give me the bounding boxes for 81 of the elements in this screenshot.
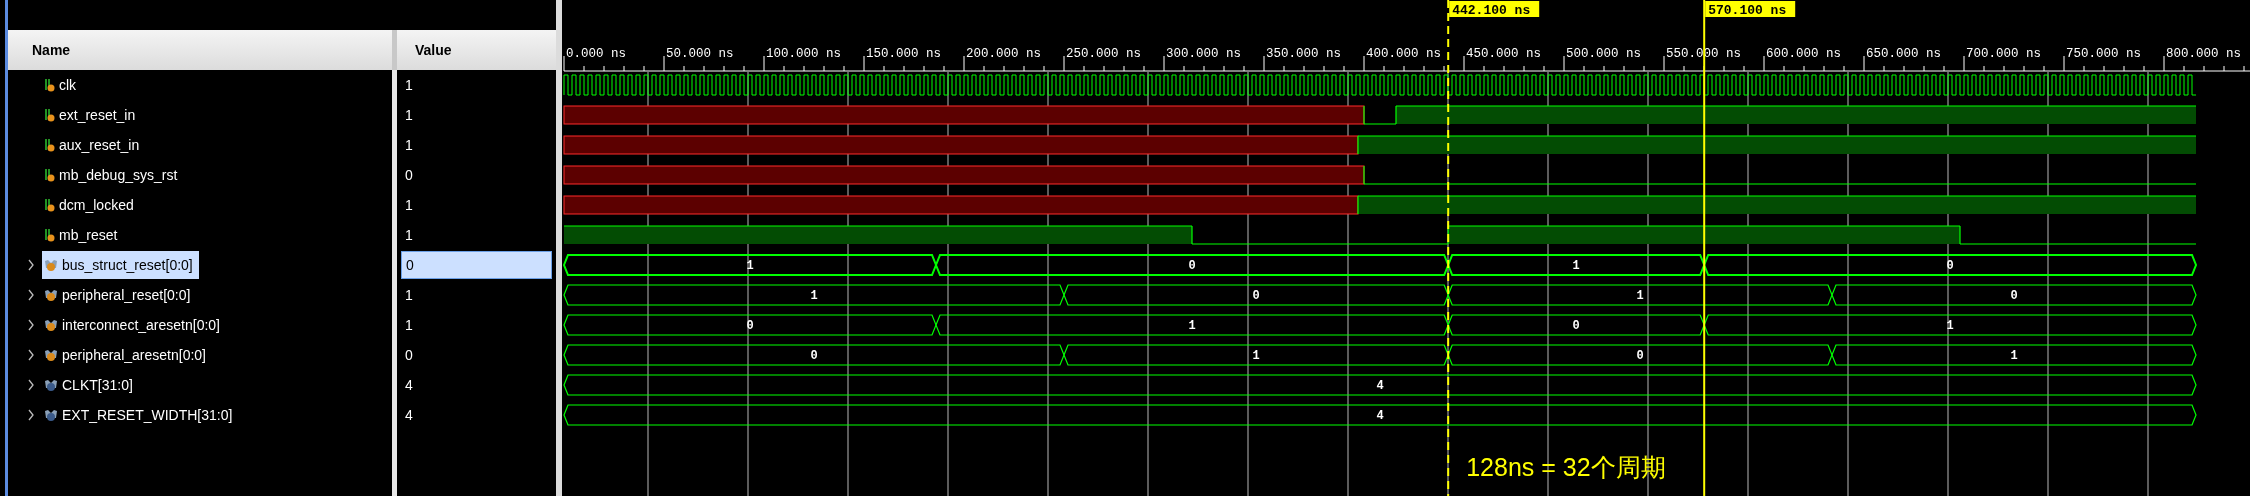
signal-name[interactable]: aux_reset_in <box>59 134 140 156</box>
bus-icon <box>44 318 58 332</box>
expand-chevron-icon[interactable] <box>27 379 35 391</box>
annotation-text: 128ns = 32个周期 <box>1466 453 1666 481</box>
time-ruler-label: 100.000 ns <box>766 47 841 61</box>
cursor-time-label: 442.100 ns <box>1449 1 1540 18</box>
bus-icon <box>44 288 58 302</box>
bus-value-segment: 0 <box>1447 314 1705 336</box>
expand-chevron-icon[interactable] <box>27 289 35 301</box>
bus-icon <box>44 258 58 272</box>
signal-icon <box>44 228 55 242</box>
signal-value: 1 <box>404 105 413 125</box>
time-ruler-label: 0.000 ns <box>566 47 626 61</box>
time-ruler-label: 600.000 ns <box>1766 47 1841 61</box>
bus-value-segment: 1 <box>1447 254 1706 276</box>
time-ruler-label: 650.000 ns <box>1866 47 1941 61</box>
time-ruler-label: 350.000 ns <box>1266 47 1341 61</box>
signal-name[interactable]: mb_debug_sys_rst <box>59 164 178 186</box>
bus-value-segment: 1 <box>562 254 938 276</box>
signal-value: 1 <box>404 225 413 245</box>
expand-chevron-icon[interactable] <box>27 319 35 331</box>
time-ruler-label: 450.000 ns <box>1466 47 1541 61</box>
time-ruler-label: 200.000 ns <box>966 47 1041 61</box>
time-ruler-label: 750.000 ns <box>2066 47 2141 61</box>
time-ruler-label: 400.000 ns <box>1366 47 1441 61</box>
value-column-header[interactable]: Value <box>415 39 452 61</box>
signal-name[interactable]: EXT_RESET_WIDTH[31:0] <box>62 404 233 426</box>
bus-value-segment: 0 <box>1447 344 1833 366</box>
expand-chevron-icon[interactable] <box>27 349 35 361</box>
marker-line[interactable] <box>1447 0 1450 496</box>
time-ruler-label: 800.000 ns <box>2166 47 2241 61</box>
signal-name[interactable]: ext_reset_in <box>59 104 136 126</box>
signal-icon <box>44 78 55 92</box>
signal-name[interactable]: mb_reset <box>59 224 118 246</box>
signal-value: 0 <box>404 345 413 365</box>
name-column-header[interactable]: Name <box>32 39 71 61</box>
signal-icon <box>44 108 55 122</box>
bus-value-segment: 1 <box>1703 314 2197 336</box>
signal-name[interactable]: peripheral_aresetn[0:0] <box>62 344 206 366</box>
expand-chevron-icon[interactable] <box>27 409 35 421</box>
signal-value: 1 <box>404 195 413 215</box>
signal-name[interactable]: clk <box>59 74 77 96</box>
signal-value: 1 <box>404 135 413 155</box>
signal-name[interactable]: interconnect_aresetn[0:0] <box>62 314 220 336</box>
signal-icon <box>44 168 55 182</box>
bus-value-segment: 0 <box>563 314 937 336</box>
cursor-time-label: 570.100 ns <box>1705 1 1796 18</box>
bus-value-segment: 4 <box>563 404 2197 426</box>
time-ruler-label: 300.000 ns <box>1166 47 1241 61</box>
signal-value: 4 <box>404 375 413 395</box>
constant-icon <box>44 408 58 422</box>
bus-value-segment: 1 <box>1063 344 1449 366</box>
time-ruler-label: 150.000 ns <box>866 47 941 61</box>
bus-value-segment: 1 <box>1831 344 2197 366</box>
expand-chevron-icon[interactable] <box>27 259 35 271</box>
bus-value-segment: 0 <box>563 344 1065 366</box>
signal-icon <box>44 198 55 212</box>
bus-value-segment: 0 <box>1703 254 2198 276</box>
signal-value: 1 <box>404 75 413 95</box>
signal-name[interactable]: peripheral_reset[0:0] <box>62 284 191 306</box>
bus-value-segment: 1 <box>1447 284 1833 306</box>
signal-value: 4 <box>404 405 413 425</box>
time-ruler-label: 700.000 ns <box>1966 47 2041 61</box>
signal-name[interactable]: dcm_locked <box>59 194 134 216</box>
bus-icon <box>44 348 58 362</box>
constant-icon <box>44 378 58 392</box>
bus-value-segment: 1 <box>563 284 1065 306</box>
signal-value: 1 <box>404 315 413 335</box>
bus-value-segment: 1 <box>935 314 1449 336</box>
signal-value: 1 <box>404 285 413 305</box>
signal-name[interactable]: CLKT[31:0] <box>62 374 133 396</box>
bus-value-segment: 4 <box>563 374 2197 396</box>
signal-icon <box>44 138 55 152</box>
time-ruler-label: 500.000 ns <box>1566 47 1641 61</box>
bus-value-segment: 0 <box>1063 284 1449 306</box>
bus-value-segment: 0 <box>934 254 1450 276</box>
time-ruler-label: 250.000 ns <box>1066 47 1141 61</box>
signal-value: 0 <box>404 165 413 185</box>
signal-value: 0 <box>401 251 552 279</box>
bus-value-segment: 0 <box>1831 284 2197 306</box>
time-ruler-label: 50.000 ns <box>666 47 734 61</box>
